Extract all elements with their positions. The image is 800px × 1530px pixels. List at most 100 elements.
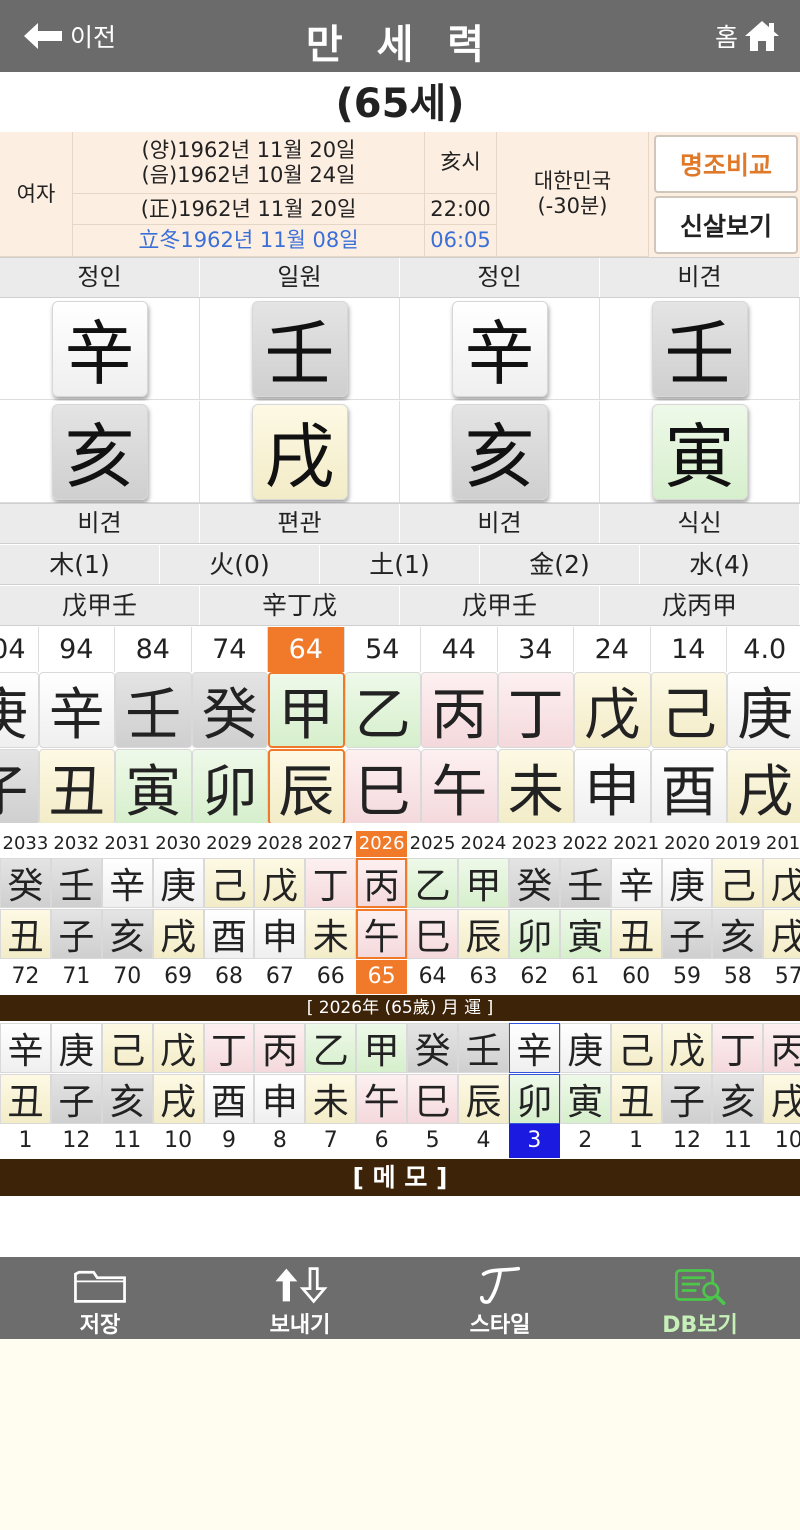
seun-year[interactable]: 2024 xyxy=(458,831,509,857)
wolun-stem[interactable]: 壬 xyxy=(458,1023,509,1073)
seun-stem[interactable]: 辛 xyxy=(610,858,662,908)
daeun-stem[interactable]: 甲 xyxy=(268,672,345,748)
seun-stem[interactable]: 壬 xyxy=(50,858,102,908)
wolun-branch[interactable]: 子 xyxy=(50,1074,102,1124)
pillar-branch[interactable]: 亥 xyxy=(451,403,548,500)
seun-stem[interactable]: 辛 xyxy=(101,858,153,908)
wolun-stem[interactable]: 己 xyxy=(610,1023,662,1073)
wolun-stem[interactable]: 庚 xyxy=(50,1023,102,1073)
seun-branch[interactable]: 亥 xyxy=(101,909,153,959)
seun-branch[interactable]: 丑 xyxy=(610,909,662,959)
wolun-stem[interactable]: 丁 xyxy=(712,1023,764,1073)
compare-button[interactable]: 명조비교 xyxy=(654,135,798,193)
seun-year-selected[interactable]: 2026 xyxy=(356,831,408,857)
daeun-age[interactable]: 54 xyxy=(344,627,421,672)
save-button[interactable]: 저장 xyxy=(0,1257,200,1339)
daeun-branch[interactable]: 巳 xyxy=(344,749,421,823)
wolun-branch[interactable]: 亥 xyxy=(101,1074,153,1124)
wolun-stem[interactable]: 丙 xyxy=(763,1023,800,1073)
seun-branch[interactable]: 丑 xyxy=(0,909,51,959)
wolun-stem[interactable]: 癸 xyxy=(407,1023,459,1073)
seun-branch[interactable]: 卯 xyxy=(508,909,560,959)
seun-stem[interactable]: 戊 xyxy=(763,858,800,908)
pillar-stem[interactable]: 壬 xyxy=(251,300,348,397)
seun-stem[interactable]: 戊 xyxy=(254,858,306,908)
seun-stem[interactable]: 己 xyxy=(203,858,255,908)
daeun-stem[interactable]: 己 xyxy=(650,672,727,748)
wolun-branch[interactable]: 寅 xyxy=(559,1074,611,1124)
seun-stem[interactable]: 甲 xyxy=(458,858,509,908)
daeun-stem[interactable]: 丙 xyxy=(421,672,498,748)
wolun-branch[interactable]: 酉 xyxy=(203,1074,255,1124)
seun-year[interactable]: 2018 xyxy=(763,831,800,857)
seun-branch[interactable]: 未 xyxy=(305,909,357,959)
seun-branch[interactable]: 巳 xyxy=(407,909,459,959)
wolun-branch[interactable]: 辰 xyxy=(458,1074,509,1124)
seun-stem[interactable]: 癸 xyxy=(508,858,560,908)
daeun-branch[interactable]: 酉 xyxy=(650,749,727,823)
seun-year[interactable]: 2020 xyxy=(661,831,713,857)
seun-branch[interactable]: 戌 xyxy=(152,909,204,959)
daeun-branch[interactable]: 丑 xyxy=(38,749,115,823)
daeun-stem[interactable]: 癸 xyxy=(191,672,268,748)
pillar-branch[interactable]: 亥 xyxy=(51,403,148,500)
style-button[interactable]: 스타일 xyxy=(400,1257,600,1339)
seun-branch[interactable]: 辰 xyxy=(458,909,509,959)
daeun-branch[interactable]: 卯 xyxy=(191,749,268,823)
seun-stem[interactable]: 乙 xyxy=(407,858,459,908)
seun-year[interactable]: 2027 xyxy=(305,831,357,857)
wolun-branch[interactable]: 巳 xyxy=(407,1074,459,1124)
daeun-age[interactable]: 84 xyxy=(115,627,192,672)
pillar-branch[interactable]: 寅 xyxy=(651,403,748,500)
send-button[interactable]: 보내기 xyxy=(200,1257,400,1339)
daeun-stem[interactable]: 庚 xyxy=(0,672,39,748)
seun-year[interactable]: 2021 xyxy=(610,831,662,857)
wolun-stem[interactable]: 丙 xyxy=(254,1023,306,1073)
seun-branch[interactable]: 亥 xyxy=(712,909,764,959)
daeun-age[interactable]: 94 xyxy=(38,627,115,672)
wolun-stem[interactable]: 甲 xyxy=(356,1023,408,1073)
seun-year[interactable]: 2031 xyxy=(101,831,153,857)
daeun-age[interactable]: 4.0 xyxy=(727,627,800,672)
wolun-branch[interactable]: 戌 xyxy=(152,1074,204,1124)
wolun-branch[interactable]: 子 xyxy=(661,1074,713,1124)
seun-stem[interactable]: 癸 xyxy=(0,858,51,908)
home-button[interactable]: 홈 xyxy=(715,18,780,54)
daeun-age[interactable]: 44 xyxy=(421,627,498,672)
seun-year[interactable]: 2023 xyxy=(508,831,560,857)
seun-year[interactable]: 2033 xyxy=(0,831,51,857)
daeun-age[interactable]: 24 xyxy=(574,627,651,672)
daeun-age[interactable]: 104 xyxy=(0,627,39,672)
seun-branch[interactable]: 戌 xyxy=(763,909,800,959)
seun-year[interactable]: 2025 xyxy=(407,831,459,857)
seun-branch[interactable]: 申 xyxy=(254,909,306,959)
pillar-stem[interactable]: 壬 xyxy=(651,300,748,397)
seun-branch[interactable]: 午 xyxy=(356,909,408,959)
pillar-stem[interactable]: 辛 xyxy=(451,300,548,397)
daeun-age[interactable]: 14 xyxy=(650,627,727,672)
seun-year[interactable]: 2022 xyxy=(559,831,611,857)
wolun-branch[interactable]: 丑 xyxy=(610,1074,662,1124)
wolun-stem[interactable]: 丁 xyxy=(203,1023,255,1073)
seun-stem[interactable]: 己 xyxy=(712,858,764,908)
sinsal-button[interactable]: 신살보기 xyxy=(654,196,798,254)
pillar-branch[interactable]: 戌 xyxy=(251,403,348,500)
memo-header[interactable]: [ 메 모 ] xyxy=(0,1159,800,1196)
wolun-stem[interactable]: 戊 xyxy=(152,1023,204,1073)
seun-stem[interactable]: 丁 xyxy=(305,858,357,908)
seun-branch[interactable]: 寅 xyxy=(559,909,611,959)
wolun-branch[interactable]: 丑 xyxy=(0,1074,51,1124)
daeun-branch[interactable]: 申 xyxy=(574,749,651,823)
wolun-branch[interactable]: 未 xyxy=(305,1074,357,1124)
daeun-age[interactable]: 34 xyxy=(497,627,574,672)
wolun-stem[interactable]: 戊 xyxy=(661,1023,713,1073)
daeun-age[interactable]: 74 xyxy=(191,627,268,672)
daeun-branch[interactable]: 未 xyxy=(497,749,574,823)
wolun-stem[interactable]: 乙 xyxy=(305,1023,357,1073)
seun-stem[interactable]: 庚 xyxy=(152,858,204,908)
wolun-stem[interactable]: 庚 xyxy=(559,1023,611,1073)
seun-year[interactable]: 2028 xyxy=(254,831,306,857)
daeun-stem[interactable]: 戊 xyxy=(574,672,651,748)
wolun-stem[interactable]: 辛 xyxy=(0,1023,51,1073)
wolun-branch[interactable]: 午 xyxy=(356,1074,408,1124)
